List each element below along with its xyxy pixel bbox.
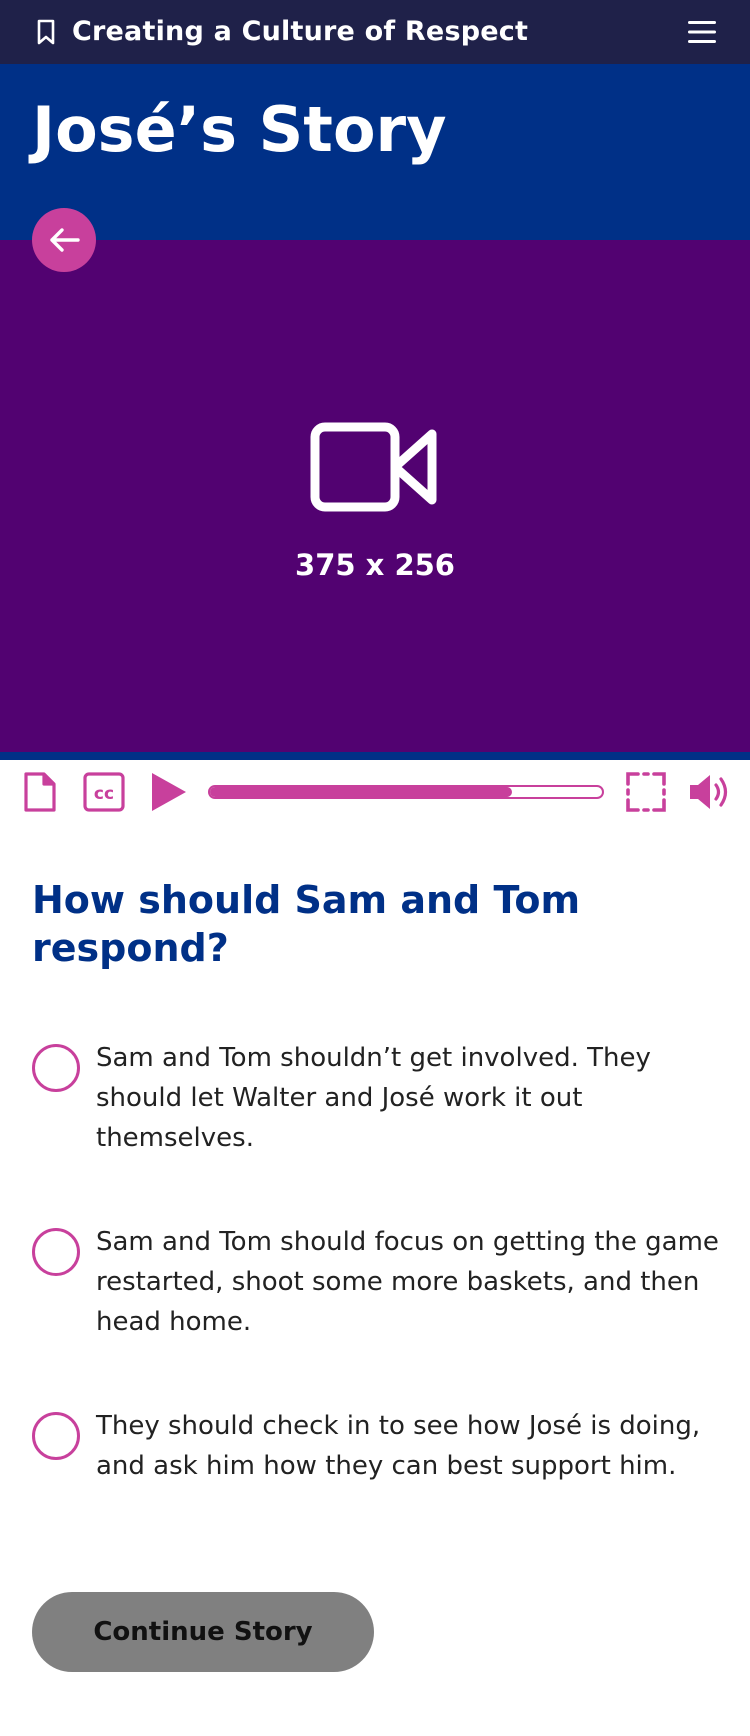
hamburger-menu-icon[interactable] [686, 16, 718, 48]
volume-icon[interactable] [688, 770, 732, 814]
answer-text: They should check in to see how José is … [96, 1411, 701, 1481]
progress-fill [210, 787, 512, 797]
closed-captions-icon[interactable]: cc [82, 770, 126, 814]
radio-button[interactable] [32, 1228, 80, 1276]
play-icon[interactable] [146, 770, 190, 814]
bookmark-icon[interactable] [32, 18, 60, 46]
video-controls: cc [0, 760, 750, 824]
continue-story-button[interactable]: Continue Story [32, 1592, 374, 1672]
fullscreen-icon[interactable] [624, 770, 668, 814]
arrow-left-icon [50, 228, 80, 252]
radio-button[interactable] [32, 1412, 80, 1460]
top-bar: Creating a Culture of Respect [0, 0, 750, 64]
video-player[interactable]: 375 x 256 [0, 240, 750, 760]
back-button[interactable] [32, 208, 96, 272]
story-header: José’s Story [0, 64, 750, 240]
svg-text:cc: cc [94, 784, 114, 804]
course-title: Creating a Culture of Respect [72, 16, 529, 47]
video-dimensions-label: 375 x 256 [295, 548, 455, 582]
answer-text: Sam and Tom shouldn’t get involved. They… [96, 1043, 651, 1153]
video-camera-icon [310, 422, 437, 512]
question-heading: How should Sam and Tom respond? [32, 878, 581, 970]
document-icon[interactable] [18, 770, 62, 814]
answer-text: Sam and Tom should focus on getting the … [96, 1227, 719, 1337]
page-title: José’s Story [32, 93, 447, 166]
progress-bar[interactable] [208, 785, 604, 799]
radio-button[interactable] [32, 1044, 80, 1092]
